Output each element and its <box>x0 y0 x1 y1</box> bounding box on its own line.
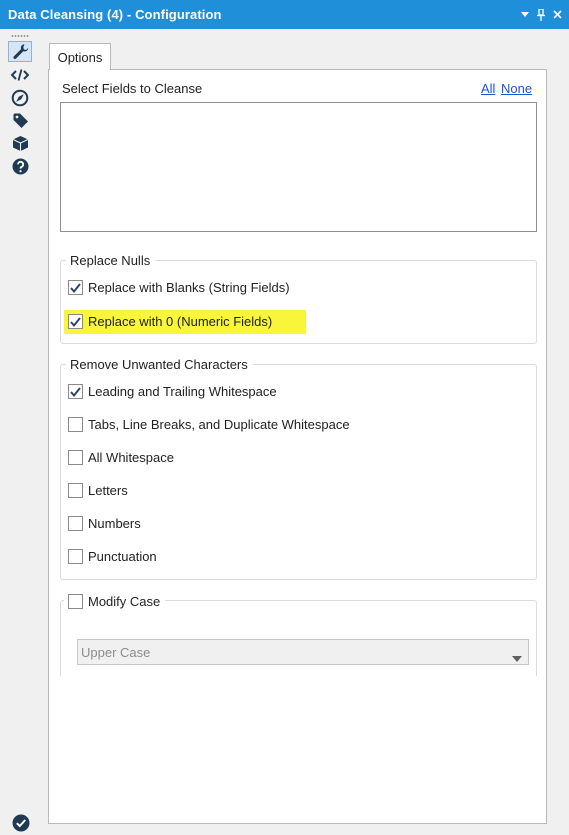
leading-trailing-label: Leading and Trailing Whitespace <box>88 384 277 399</box>
case-select[interactable]: Upper Case <box>77 639 529 665</box>
letters-checkbox[interactable] <box>68 483 83 498</box>
letters-label: Letters <box>88 483 128 498</box>
replace-zero-option[interactable]: Replace with 0 (Numeric Fields) <box>68 314 272 329</box>
help-icon[interactable] <box>8 156 32 177</box>
leading-trailing-option[interactable]: Leading and Trailing Whitespace <box>68 384 277 399</box>
tabs-linebreaks-label: Tabs, Line Breaks, and Duplicate Whitesp… <box>88 417 350 432</box>
numbers-option[interactable]: Numbers <box>68 516 141 531</box>
compass-icon[interactable] <box>8 87 32 108</box>
select-all-link[interactable]: All <box>481 81 495 96</box>
replace-blanks-checkbox[interactable] <box>68 280 83 295</box>
leading-trailing-checkbox[interactable] <box>68 384 83 399</box>
pin-icon[interactable] <box>533 5 549 25</box>
side-rail <box>0 29 40 824</box>
modify-case-option[interactable]: Modify Case <box>64 594 166 609</box>
fields-listbox[interactable] <box>60 102 537 232</box>
window-controls <box>517 0 565 29</box>
title-bar: Data Cleansing (4) - Configuration <box>0 0 569 29</box>
all-whitespace-checkbox[interactable] <box>68 450 83 465</box>
remove-chars-legend: Remove Unwanted Characters <box>66 357 253 372</box>
letters-option[interactable]: Letters <box>68 483 128 498</box>
check-circle-icon <box>12 814 30 832</box>
modify-case-checkbox[interactable] <box>68 594 83 609</box>
replace-blanks-label: Replace with Blanks (String Fields) <box>88 280 290 295</box>
punctuation-option[interactable]: Punctuation <box>68 549 157 564</box>
punctuation-label: Punctuation <box>88 549 157 564</box>
modify-case-label: Modify Case <box>88 594 161 609</box>
replace-blanks-option[interactable]: Replace with Blanks (String Fields) <box>68 280 290 295</box>
group-mask <box>58 676 540 816</box>
code-icon[interactable] <box>8 64 32 85</box>
punctuation-checkbox[interactable] <box>68 549 83 564</box>
tabs-linebreaks-checkbox[interactable] <box>68 417 83 432</box>
replace-zero-label: Replace with 0 (Numeric Fields) <box>88 314 273 329</box>
tag-icon[interactable] <box>8 110 32 131</box>
box-icon[interactable] <box>8 133 32 154</box>
all-whitespace-label: All Whitespace <box>88 450 174 465</box>
case-select-value: Upper Case <box>81 644 151 660</box>
replace-zero-checkbox[interactable] <box>68 314 83 329</box>
tab-options[interactable]: Options <box>49 43 111 70</box>
close-icon[interactable] <box>549 5 565 25</box>
dropdown-icon[interactable] <box>517 5 533 25</box>
fields-heading: Select Fields to Cleanse <box>62 81 203 96</box>
grip-handle[interactable] <box>11 35 29 37</box>
tab-options-label: Options <box>57 49 103 65</box>
replace-nulls-legend: Replace Nulls <box>66 253 156 268</box>
all-whitespace-option[interactable]: All Whitespace <box>68 450 174 465</box>
numbers-checkbox[interactable] <box>68 516 83 531</box>
tabs-linebreaks-option[interactable]: Tabs, Line Breaks, and Duplicate Whitesp… <box>68 417 350 432</box>
wrench-icon[interactable] <box>8 41 32 62</box>
select-none-link[interactable]: None <box>501 81 532 96</box>
numbers-label: Numbers <box>88 516 141 531</box>
window-title: Data Cleansing (4) - Configuration <box>8 7 222 22</box>
chevron-down-icon <box>512 650 522 665</box>
